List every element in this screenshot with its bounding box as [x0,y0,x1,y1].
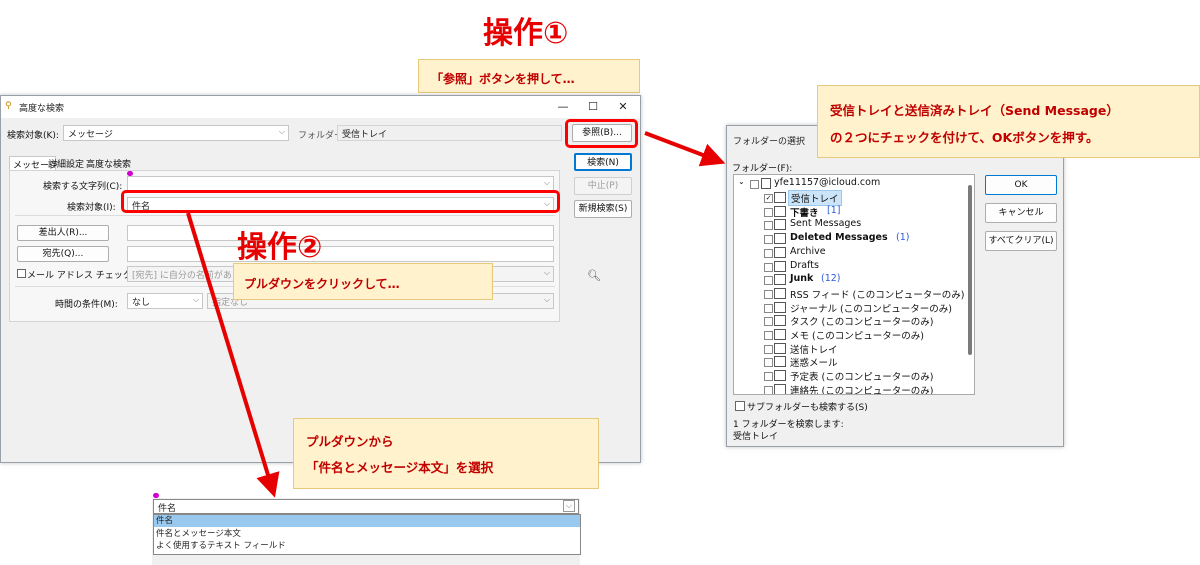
arrows-overlay [186,131,726,498]
arrow-to-folder-dialog [644,131,726,167]
arrow-to-dropdown [186,212,280,498]
